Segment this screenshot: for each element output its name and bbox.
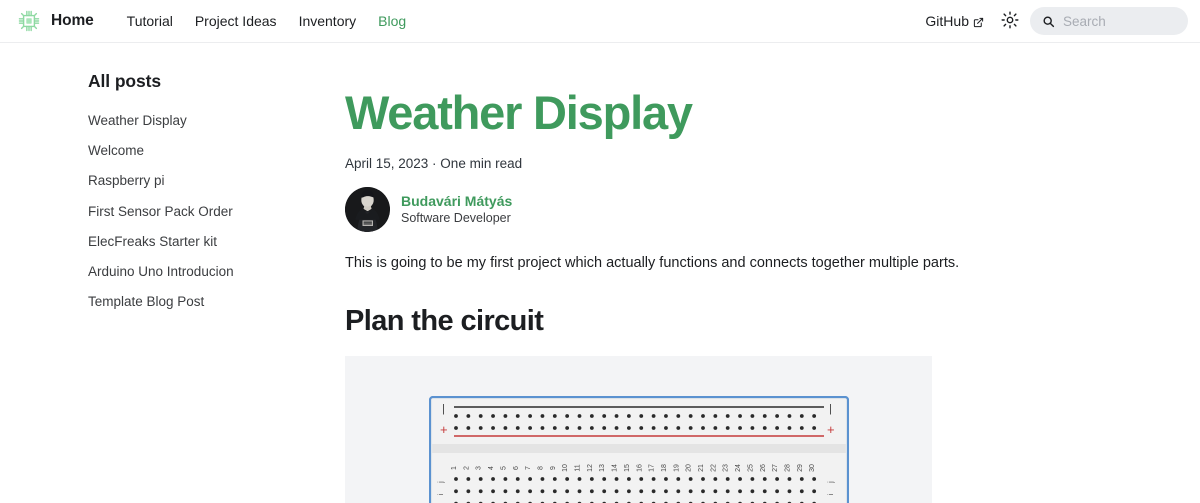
- list-item: Raspberry pi: [88, 166, 321, 196]
- nav-item-project-ideas[interactable]: Project Ideas: [184, 9, 288, 33]
- svg-text:|: |: [442, 403, 445, 415]
- section-heading-plan-the-circuit: Plan the circuit: [345, 305, 544, 338]
- svg-text:21: 21: [698, 464, 705, 472]
- svg-text:30: 30: [809, 464, 816, 472]
- list-item: First Sensor Pack Order: [88, 197, 321, 227]
- figure-breadboard-container: | | + + 1 2 3 4 5 6 7 8 9 10 11 12 13 14 15 16 17 18 19 20 2…: [345, 356, 932, 503]
- svg-text:4: 4: [488, 466, 495, 470]
- nav-item-blog[interactable]: Blog: [367, 9, 417, 33]
- sidebar-item-arduino-uno-introducion[interactable]: Arduino Uno Introducion: [88, 257, 321, 287]
- list-item: Template Blog Post: [88, 287, 321, 317]
- svg-text:8: 8: [537, 466, 544, 470]
- svg-text:18: 18: [660, 464, 667, 472]
- sun-icon: [1001, 10, 1019, 32]
- github-link[interactable]: GitHub: [915, 9, 994, 33]
- svg-text:j: j: [826, 481, 835, 484]
- author-name[interactable]: Budavári Mátyás: [401, 192, 512, 210]
- search-icon: [1042, 15, 1055, 28]
- svg-text:16: 16: [636, 464, 643, 472]
- external-link-icon: [973, 15, 984, 28]
- navbar-right-group: GitHub: [915, 7, 1188, 35]
- svg-text:26: 26: [759, 464, 766, 472]
- sidebar-title: All posts: [88, 71, 161, 91]
- list-item: Welcome: [88, 136, 321, 166]
- list-item: ElecFreaks Starter kit: [88, 227, 321, 257]
- svg-text:20: 20: [685, 464, 692, 472]
- brand-home-link[interactable]: Home: [12, 8, 98, 34]
- github-link-label: GitHub: [925, 13, 969, 29]
- svg-text:17: 17: [648, 464, 655, 472]
- svg-text:6: 6: [512, 466, 519, 470]
- sidebar-item-welcome[interactable]: Welcome: [88, 136, 321, 166]
- svg-text:9: 9: [549, 466, 556, 470]
- list-item: Weather Display: [88, 106, 321, 136]
- post-intro-paragraph: This is going to be my first project whi…: [345, 255, 960, 271]
- author-block: Budavári Mátyás Software Developer: [345, 187, 1200, 232]
- theme-toggle-button[interactable]: [996, 7, 1024, 35]
- svg-text:7: 7: [525, 466, 532, 470]
- svg-text:19: 19: [673, 464, 680, 472]
- svg-text:23: 23: [722, 464, 729, 472]
- svg-text:10: 10: [562, 464, 569, 472]
- post-meta: April 15, 2023 · One min read: [345, 156, 523, 171]
- nav-item-tutorial[interactable]: Tutorial: [116, 9, 184, 33]
- nav-item-inventory[interactable]: Inventory: [288, 9, 368, 33]
- author-role: Software Developer: [401, 211, 511, 226]
- post-content: Weather Display April 15, 2023 · One min…: [345, 43, 1200, 503]
- svg-text:25: 25: [747, 464, 754, 472]
- breadboard-diagram: | | + + 1 2 3 4 5 6 7 8 9 10 11 12 13 14 15 16 17 18 19 20 2…: [428, 396, 849, 503]
- svg-text:13: 13: [599, 464, 606, 472]
- svg-text:22: 22: [710, 464, 717, 472]
- svg-text:1: 1: [451, 466, 458, 470]
- svg-text:24: 24: [735, 464, 742, 472]
- sidebar-item-raspberry-pi[interactable]: Raspberry pi: [88, 166, 321, 196]
- search-input[interactable]: [1063, 13, 1176, 29]
- svg-text:11: 11: [574, 464, 581, 471]
- svg-text:+: +: [440, 422, 448, 437]
- svg-text:+: +: [827, 422, 835, 437]
- sidebar: All posts Weather Display Welcome Raspbe…: [0, 43, 345, 317]
- sidebar-item-weather-display[interactable]: Weather Display: [88, 106, 321, 136]
- author-text: Budavári Mátyás Software Developer: [401, 192, 512, 226]
- avatar: [345, 187, 390, 232]
- nav-links: Tutorial Project Ideas Inventory Blog: [116, 9, 418, 33]
- sidebar-item-first-sensor-pack-order[interactable]: First Sensor Pack Order: [88, 197, 321, 227]
- svg-text:3: 3: [475, 466, 482, 470]
- svg-text:12: 12: [586, 464, 593, 472]
- navbar: Home Tutorial Project Ideas Inventory Bl…: [0, 0, 1200, 43]
- page-title: Weather Display: [345, 86, 693, 139]
- sidebar-item-template-blog-post[interactable]: Template Blog Post: [88, 287, 321, 317]
- sidebar-post-list: Weather Display Welcome Raspberry pi Fir…: [88, 106, 321, 317]
- svg-text:5: 5: [500, 466, 507, 470]
- svg-text:14: 14: [611, 464, 618, 472]
- svg-text:j: j: [436, 481, 445, 484]
- page-body: All posts Weather Display Welcome Raspbe…: [0, 43, 1200, 503]
- search-box[interactable]: [1030, 7, 1188, 35]
- svg-text:28: 28: [784, 464, 791, 472]
- svg-text:27: 27: [772, 464, 779, 472]
- svg-text:29: 29: [796, 464, 803, 472]
- brand-title: Home: [51, 12, 94, 29]
- svg-text:15: 15: [623, 464, 630, 472]
- svg-text:2: 2: [463, 466, 470, 470]
- svg-text:|: |: [829, 403, 832, 415]
- sidebar-item-elecfreaks-starter-kit[interactable]: ElecFreaks Starter kit: [88, 227, 321, 257]
- cpu-chip-icon: [16, 8, 42, 34]
- list-item: Arduino Uno Introducion: [88, 257, 321, 287]
